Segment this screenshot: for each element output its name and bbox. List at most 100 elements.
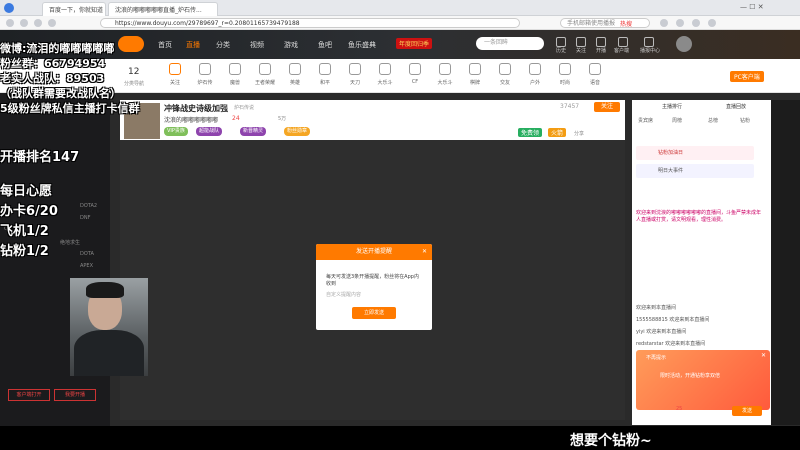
- cat-follow[interactable]: 关注: [160, 63, 190, 86]
- broadcast-icon[interactable]: [596, 37, 606, 47]
- client-icon[interactable]: [618, 37, 628, 47]
- sidebar-link[interactable]: DOTA: [80, 251, 94, 257]
- follow-button[interactable]: 关注: [594, 102, 620, 112]
- nav-home[interactable]: 首页: [158, 40, 172, 50]
- share-button[interactable]: 分享: [574, 130, 584, 137]
- cat-hok[interactable]: 王者荣耀: [250, 63, 280, 86]
- subtitle-bar: 想要个钻粉~: [0, 426, 800, 450]
- report-link[interactable]: 举报: [218, 104, 228, 111]
- nav-festival[interactable]: 鱼乐盛典: [348, 40, 376, 50]
- overlay-wish-card: 办卡6/20: [0, 204, 58, 219]
- nav-game[interactable]: 游戏: [284, 40, 298, 50]
- url-field[interactable]: https://www.douyu.com/29789697_r=0.20801…: [100, 18, 520, 28]
- cat-chess[interactable]: 棋牌: [460, 63, 490, 86]
- extension-icon[interactable]: [660, 19, 668, 27]
- overlay-wish-title: 每日心愿: [0, 184, 53, 199]
- cat-hearthstone[interactable]: 炉石传: [190, 63, 220, 86]
- badge-vip: VIP贵族: [164, 127, 188, 136]
- category-link[interactable]: 炉石传说: [234, 104, 254, 111]
- tab-diamond[interactable]: 钻粉: [740, 117, 750, 124]
- free-gift-button[interactable]: 免费领: [518, 128, 543, 137]
- sidebar-link[interactable]: 绝地求生: [60, 239, 80, 246]
- webcam-feed: [70, 278, 148, 376]
- close-icon[interactable]: ✕: [761, 352, 766, 359]
- cat-fashion[interactable]: 时尚: [550, 63, 580, 86]
- hot-search-label[interactable]: 热搜: [620, 19, 632, 28]
- favorites-icon[interactable]: [676, 19, 684, 27]
- pc-client-badge[interactable]: PC客户端: [730, 71, 764, 82]
- open-client-button[interactable]: 客户端打开: [8, 389, 50, 401]
- broadcast-label: 开播: [596, 48, 607, 54]
- forward-icon[interactable]: [20, 19, 28, 27]
- douyu-logo-icon[interactable]: [118, 36, 144, 52]
- cat-social[interactable]: 交友: [490, 63, 520, 86]
- browser-search-input[interactable]: 手机邮箱使用播报: [560, 18, 650, 28]
- menu-icon[interactable]: [708, 19, 716, 27]
- broadcast-center-icon[interactable]: [644, 37, 654, 47]
- dialog-title: 发送开播提醒: [355, 248, 392, 255]
- dialog-input[interactable]: 自定义提醒内容: [316, 288, 432, 301]
- nav-live[interactable]: 直播: [186, 40, 200, 50]
- send-button[interactable]: 发送: [732, 406, 762, 416]
- home-icon[interactable]: [48, 19, 56, 27]
- cat-tiandao[interactable]: 天刀: [340, 63, 370, 86]
- sidebar-link[interactable]: DOTA2: [80, 203, 97, 209]
- streamer-level: 24: [232, 115, 240, 122]
- nav-fishbar[interactable]: 鱼吧: [318, 40, 332, 50]
- cat-cf[interactable]: CF: [400, 63, 430, 85]
- badge-new: 新晋精灵: [240, 127, 267, 136]
- browser-logo-icon: [4, 3, 14, 13]
- room-header: 冲锋战史诗级加强 举报 炉石传说 沈浪的嘟嘟嘟嘟嘟嘟 24 5万 VIP贵族 超…: [120, 100, 625, 140]
- browser-tab[interactable]: 百度一下，你就知道: [42, 2, 106, 16]
- streamer-name[interactable]: 沈浪的嘟嘟嘟嘟嘟嘟: [164, 115, 218, 124]
- category-count-label: 分类导航: [124, 81, 145, 87]
- cat-daledou[interactable]: 大乐斗: [370, 63, 400, 86]
- right-float-bar: [771, 100, 800, 425]
- nav-category[interactable]: 分类: [216, 40, 230, 50]
- address-bar: https://www.douyu.com/29789697_r=0.20801…: [0, 16, 800, 30]
- refresh-icon[interactable]: [34, 19, 42, 27]
- broadcast-center-label: 播报中心: [640, 48, 661, 54]
- sidebar-link[interactable]: APEX: [80, 263, 93, 269]
- follow-icon[interactable]: [576, 37, 586, 47]
- subtitle-text: 想要个钻粉~: [570, 433, 652, 449]
- cat-daledou2[interactable]: 大乐斗: [430, 63, 460, 86]
- room-heat: 37457: [560, 103, 580, 110]
- overlay-team: 老实人战队：89503: [0, 72, 105, 85]
- tab-total[interactable]: 总榜: [708, 117, 718, 124]
- back-icon[interactable]: [6, 19, 14, 27]
- promo-popup[interactable]: 不再提示 限时活动，开通钻粉享双倍 ✕: [636, 350, 770, 410]
- tab-anchor-rank[interactable]: 主播排行: [662, 103, 682, 110]
- sidebar-link[interactable]: DNF: [80, 215, 90, 221]
- start-broadcast-button[interactable]: 我要开播: [54, 389, 96, 401]
- close-icon[interactable]: ✕: [422, 244, 427, 260]
- tab-vip-seat[interactable]: 贵宾席: [638, 117, 653, 124]
- history-icon[interactable]: [556, 37, 566, 47]
- broadcast-reminder-dialog: 发送开播提醒 ✕ 每天可发送3条开播提醒，粉丝将在App内收到 自定义提醒内容 …: [316, 244, 432, 330]
- tab-week[interactable]: 周榜: [672, 117, 682, 124]
- site-search-input[interactable]: 一条回眸: [476, 37, 544, 50]
- send-reminder-button[interactable]: 立即发送: [352, 307, 396, 319]
- tab-replay[interactable]: 直播回放: [726, 103, 746, 110]
- badge-team: 超能战队: [196, 127, 223, 136]
- streamer-hair: [86, 282, 124, 298]
- nav-video[interactable]: 视频: [250, 40, 264, 50]
- cat-peace[interactable]: 和平: [310, 63, 340, 86]
- follow-count: 5万: [278, 116, 287, 122]
- browser-tab-active[interactable]: 沈浪的嘟嘟嘟嘟嘟直播_炉石传...: [108, 2, 218, 16]
- window-controls[interactable]: — ☐ ✕: [740, 3, 764, 11]
- cat-wow[interactable]: 魔兽: [220, 63, 250, 86]
- avatar[interactable]: [676, 36, 692, 52]
- dialog-body: 每天可发送3条开播提醒，粉丝将在App内收到: [326, 274, 419, 287]
- download-icon[interactable]: [692, 19, 700, 27]
- category-count: 12: [128, 67, 140, 77]
- cat-outdoor[interactable]: 户外: [520, 63, 550, 86]
- history-label: 历史: [556, 48, 567, 54]
- promo-badge[interactable]: 年度回归季: [396, 38, 433, 49]
- rocket-button[interactable]: 火箭: [548, 128, 567, 137]
- cat-hero[interactable]: 英雄: [280, 63, 310, 86]
- diamond-day-banner[interactable]: 钻粉加油日: [636, 146, 754, 160]
- event-banner[interactable]: 明日大事件: [636, 164, 754, 178]
- overlay-fans-badge: 5级粉丝牌私信主播打卡信群: [0, 102, 140, 115]
- cat-voice[interactable]: 语音: [580, 63, 610, 86]
